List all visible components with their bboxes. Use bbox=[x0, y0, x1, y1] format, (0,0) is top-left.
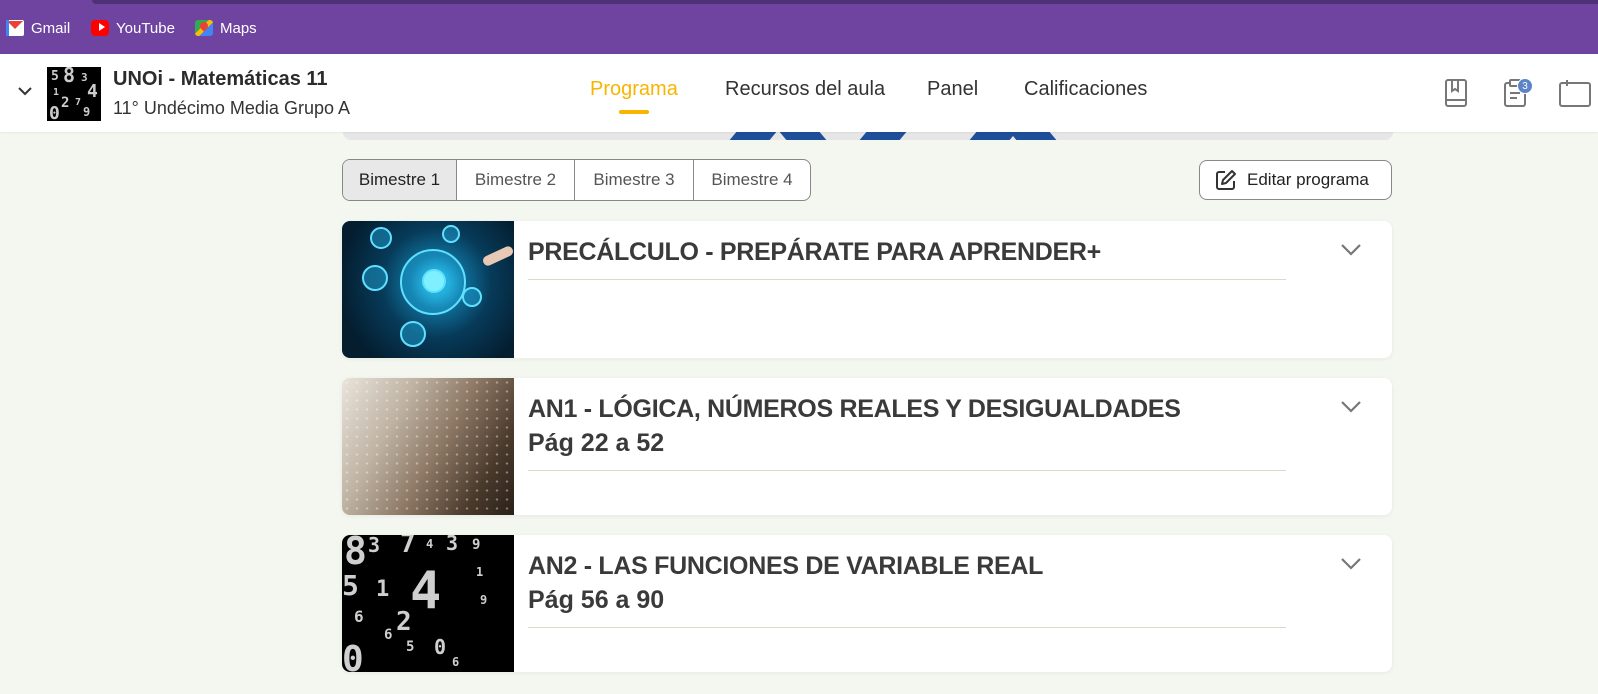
bookmark-maps[interactable]: Maps bbox=[195, 18, 257, 38]
bimestre-tab-2[interactable]: Bimestre 2 bbox=[457, 160, 575, 200]
unit-card-an1[interactable]: AN1 - LÓGICA, NÚMEROS REALES Y DESIGUALD… bbox=[342, 378, 1392, 515]
course-group: 11° Undécimo Media Grupo A bbox=[113, 98, 350, 118]
bookmark-label: Maps bbox=[220, 19, 257, 37]
bookmark-gmail[interactable]: Gmail bbox=[6, 18, 70, 38]
chevron-down-icon[interactable] bbox=[16, 84, 34, 98]
course-title: UNOi - Matemáticas 11 bbox=[113, 68, 328, 90]
tab-panel[interactable]: Panel bbox=[927, 78, 978, 101]
bookmark-youtube[interactable]: YouTube bbox=[91, 18, 175, 38]
tab-calificaciones[interactable]: Calificaciones bbox=[1024, 78, 1147, 101]
bookmark-label: YouTube bbox=[116, 19, 175, 37]
unit-pages: Pág 22 a 52 bbox=[528, 429, 665, 457]
unit-thumbnail: 8 3 7 4 3 9 5 1 4 1 6 2 9 6 5 0 0 6 bbox=[342, 535, 514, 672]
unit-title: AN2 - LAS FUNCIONES DE VARIABLE REAL bbox=[528, 552, 1044, 580]
unit-title: PRECÁLCULO - PREPÁRATE PARA APRENDER+ bbox=[528, 238, 1101, 266]
edit-program-label: Editar programa bbox=[1247, 170, 1369, 189]
bimestre-tabs: Bimestre 1 Bimestre 2 Bimestre 3 Bimestr… bbox=[342, 159, 811, 201]
gmail-icon bbox=[6, 20, 24, 36]
edit-icon bbox=[1216, 170, 1236, 190]
bimestre-tab-1[interactable]: Bimestre 1 bbox=[343, 160, 457, 200]
tab-programa[interactable]: Programa bbox=[590, 78, 678, 101]
course-header: 5 8 3 4 1 2 7 0 9 UNOi - Matemáticas 11 … bbox=[0, 54, 1598, 132]
unit-title: AN1 - LÓGICA, NÚMEROS REALES Y DESIGUALD… bbox=[528, 395, 1181, 423]
chevron-down-icon[interactable] bbox=[1340, 557, 1362, 571]
divider bbox=[528, 279, 1286, 280]
divider bbox=[528, 627, 1286, 628]
course-thumbnail: 5 8 3 4 1 2 7 0 9 bbox=[47, 67, 101, 121]
edit-program-button[interactable]: Editar programa bbox=[1199, 160, 1392, 200]
unit-pages: Pág 56 a 90 bbox=[528, 586, 665, 614]
bookmarks-bar: Gmail YouTube Maps bbox=[0, 0, 1598, 54]
tab-recursos-del-aula[interactable]: Recursos del aula bbox=[725, 78, 885, 101]
calendar-icon[interactable] bbox=[1558, 78, 1598, 108]
divider bbox=[528, 470, 1286, 471]
chevron-down-icon[interactable] bbox=[1340, 400, 1362, 414]
bimestre-tab-3[interactable]: Bimestre 3 bbox=[575, 160, 694, 200]
unit-thumbnail bbox=[342, 378, 514, 515]
unit-card-an2[interactable]: 8 3 7 4 3 9 5 1 4 1 6 2 9 6 5 0 0 6 AN2 … bbox=[342, 535, 1392, 672]
course-banner bbox=[343, 132, 1393, 140]
notification-badge: 3 bbox=[1517, 78, 1533, 94]
unit-card-precalculo[interactable]: PRECÁLCULO - PREPÁRATE PARA APRENDER+ bbox=[342, 221, 1392, 358]
maps-icon bbox=[195, 20, 213, 36]
youtube-icon bbox=[91, 20, 109, 36]
chevron-down-icon[interactable] bbox=[1340, 243, 1362, 257]
unit-thumbnail bbox=[342, 221, 514, 358]
tab-strip-edge bbox=[92, 0, 1598, 4]
bimestre-tab-4[interactable]: Bimestre 4 bbox=[694, 160, 810, 200]
bookmark-label: Gmail bbox=[31, 19, 71, 37]
book-icon[interactable] bbox=[1444, 78, 1470, 108]
active-tab-indicator bbox=[619, 110, 649, 114]
